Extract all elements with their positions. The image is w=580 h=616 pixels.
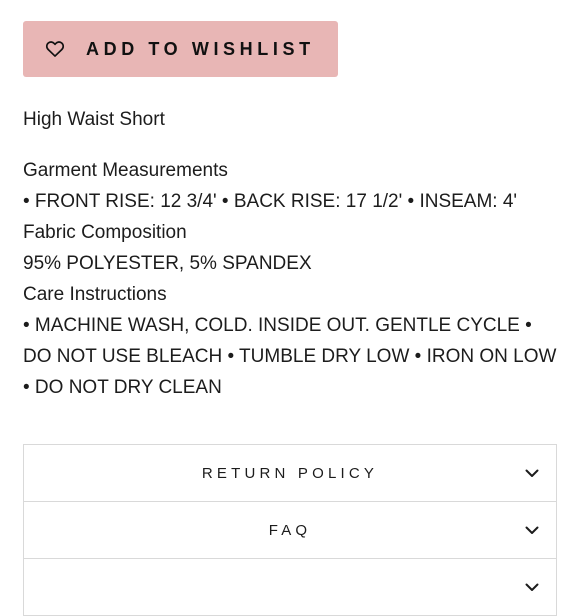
return-policy-label: RETURN POLICY xyxy=(201,464,379,482)
fabric-text: 95% POLYESTER, 5% SPANDEX xyxy=(23,253,312,274)
info-accordion: RETURN POLICY FAQ xyxy=(23,444,557,616)
add-to-wishlist-button[interactable]: ADD TO WISHLIST xyxy=(23,21,338,77)
care-heading: Care Instructions xyxy=(23,284,167,305)
accordion-toggle-3[interactable] xyxy=(24,559,556,615)
chevron-down-icon xyxy=(524,579,540,595)
measurements-heading: Garment Measurements xyxy=(23,160,228,181)
return-policy-toggle[interactable]: RETURN POLICY xyxy=(24,445,556,502)
product-name: High Waist Short xyxy=(23,109,165,130)
faq-label: FAQ xyxy=(268,521,312,539)
chevron-down-icon xyxy=(524,465,540,481)
chevron-down-icon xyxy=(524,522,540,538)
care-text: • MACHINE WASH, COLD. INSIDE OUT. GENTLE… xyxy=(23,315,557,398)
faq-toggle[interactable]: FAQ xyxy=(24,502,556,559)
heart-outline-icon xyxy=(45,39,65,59)
add-to-wishlist-label: ADD TO WISHLIST xyxy=(86,38,315,59)
fabric-heading: Fabric Composition xyxy=(23,222,187,243)
product-description: High Waist Short Garment Measurements • … xyxy=(23,104,563,403)
measurements-text: • FRONT RISE: 12 3/4' • BACK RISE: 17 1/… xyxy=(23,191,518,212)
